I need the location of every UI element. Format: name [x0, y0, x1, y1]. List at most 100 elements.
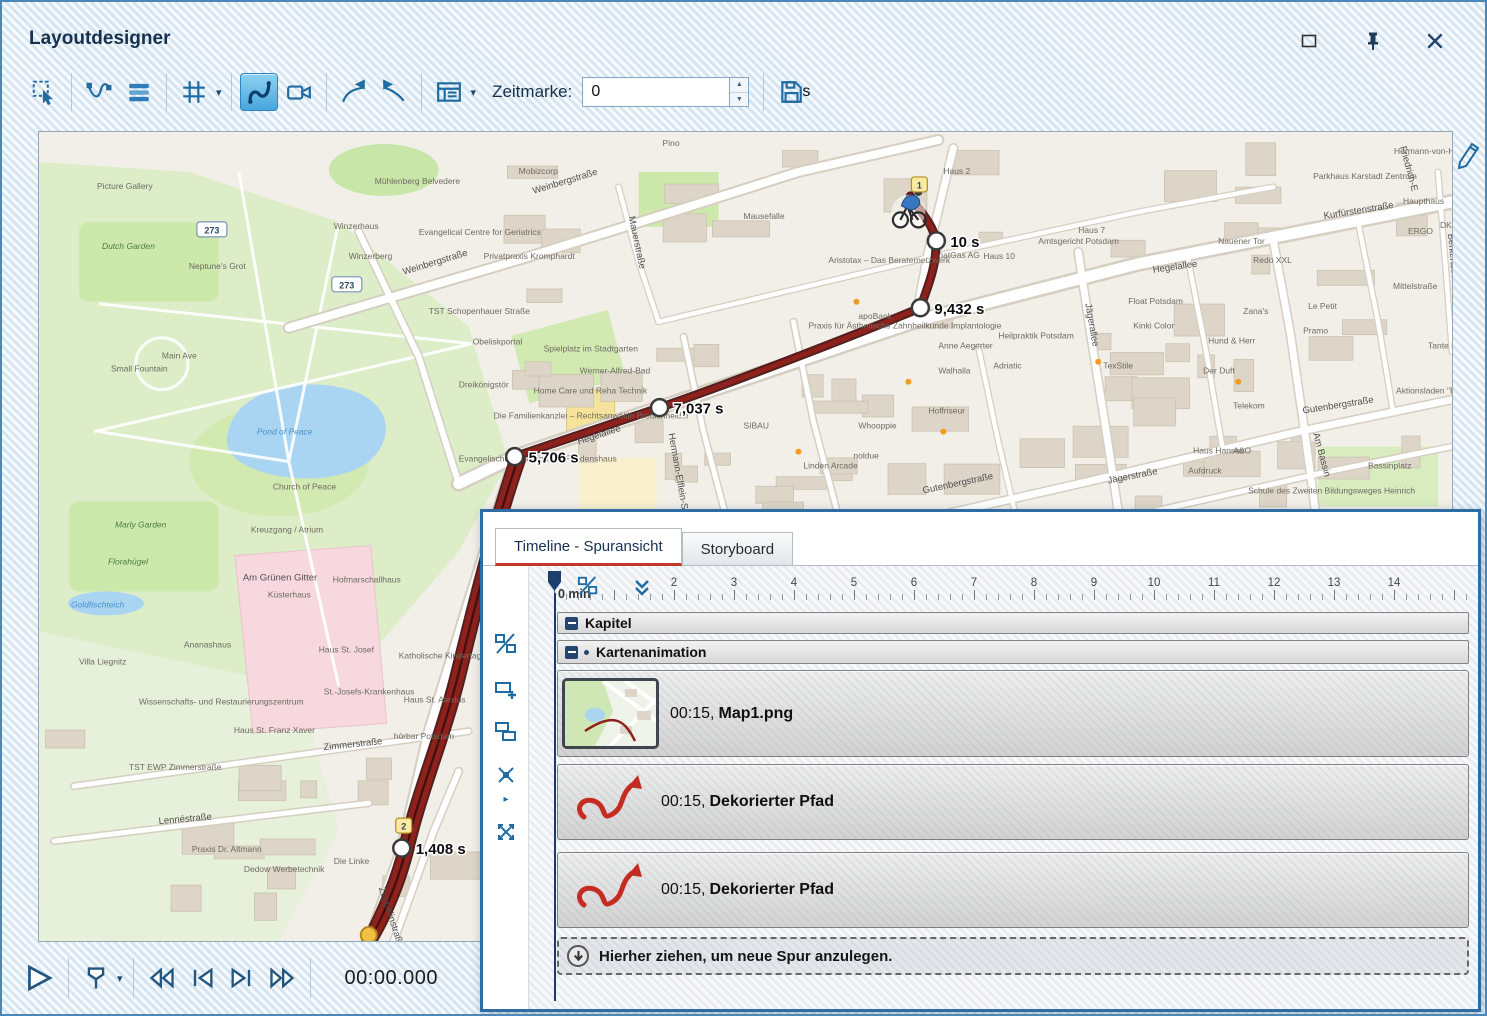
zeitmarke-label: Zeitmarke: — [492, 82, 572, 102]
layers-icon — [126, 79, 152, 105]
fast-forward-button[interactable] — [268, 965, 296, 991]
map-label: Mühlenberg Belvedere — [375, 176, 461, 186]
map-label: Small Fountain — [111, 364, 168, 374]
track-label: 00:15,Map1.png — [670, 705, 793, 723]
ruler-number: 6 — [911, 577, 917, 589]
map-thumbnail-graphic — [565, 681, 656, 746]
collapse-group-button[interactable] — [565, 646, 578, 659]
save-icon — [778, 79, 804, 105]
spinner-up-icon[interactable]: ▲ — [730, 78, 748, 93]
goto-marker-caret[interactable]: ▾ — [117, 972, 123, 985]
path-end-button[interactable] — [335, 73, 373, 111]
zeitmarke-spinner[interactable]: ▲ ▼ — [730, 77, 749, 107]
map-label: Neptune's Grot — [189, 261, 246, 271]
grid-button[interactable] — [175, 73, 213, 111]
rewind-button[interactable] — [148, 965, 176, 991]
road-shield: 273 — [332, 277, 362, 292]
map-label: Praxis Dr. Altmann — [192, 844, 262, 854]
path-start-button[interactable] — [375, 73, 413, 111]
group-row-kartenanimation[interactable]: Kartenanimation — [557, 640, 1469, 664]
map-label: Zana's — [1243, 306, 1268, 316]
maximize-icon — [1301, 34, 1317, 48]
play-button[interactable] — [24, 963, 54, 993]
pin-button[interactable] — [1360, 29, 1386, 53]
select-tool-button[interactable] — [25, 73, 63, 111]
map-label: Aufdruck — [1188, 466, 1222, 476]
goto-marker-button[interactable] — [83, 965, 109, 991]
map-label: Bassinplatz — [1368, 461, 1411, 471]
step-back-button[interactable] — [188, 965, 216, 991]
track-map[interactable]: 00:15,Map1.png — [557, 670, 1469, 757]
collapse-more-caret[interactable]: ▸ — [493, 792, 519, 806]
duplicate-track-button[interactable] — [493, 719, 519, 745]
map-label: Telekom — [1233, 401, 1265, 411]
collapse-group-button[interactable] — [565, 617, 578, 630]
spinner-down-icon[interactable]: ▼ — [730, 93, 748, 107]
ruler-number: 8 — [1031, 577, 1037, 589]
playhead[interactable] — [548, 571, 561, 597]
maximize-button[interactable] — [1296, 29, 1322, 53]
route-start-marker[interactable] — [361, 927, 377, 941]
map-label: Redo XXL — [1253, 255, 1292, 265]
camera-icon — [286, 79, 312, 105]
map-label: Obeliskportal — [473, 337, 523, 347]
track-decorated-path-1[interactable]: 00:15,Dekorierter Pfad — [557, 764, 1469, 840]
map-label: Linden Arcade — [803, 461, 858, 471]
grid-icon — [181, 79, 207, 105]
map-label: Haus St. Franz Xaver — [234, 725, 315, 735]
collapse-tracks-button[interactable] — [493, 762, 519, 788]
tab-storyboard[interactable]: Storyboard — [682, 532, 793, 566]
map-label: Parkhaus Karstadt Zentrum — [1313, 171, 1417, 181]
tab-timeline-spuransicht[interactable]: Timeline - Spuransicht — [495, 528, 682, 566]
goto-marker-icon — [83, 965, 109, 991]
zeitmarke-input[interactable] — [591, 83, 798, 101]
map-label: Die Linke — [334, 856, 370, 866]
map-label: Float Potsdam — [1128, 296, 1183, 306]
svg-text:7,037 s: 7,037 s — [674, 401, 724, 418]
route-time-marker[interactable]: 5,706 s — [506, 448, 578, 466]
cut-at-playhead-button[interactable] — [576, 573, 600, 599]
track-label: 00:15,Dekorierter Pfad — [661, 881, 834, 899]
group-row-kapitel[interactable]: Kapitel — [557, 612, 1469, 634]
curve-edit-button[interactable] — [80, 73, 118, 111]
route-time-marker[interactable]: 1,408 s — [393, 840, 465, 858]
route-time-marker[interactable]: 9,432 s — [912, 299, 984, 317]
map-label: Pramo — [1303, 326, 1328, 336]
edit-pencil-icon[interactable] — [1454, 140, 1480, 175]
new-track-drop-zone[interactable]: Hierher ziehen, um neue Spur anzulegen. — [557, 937, 1469, 975]
move-track-down-button[interactable] — [630, 575, 654, 601]
save-button[interactable] — [772, 73, 810, 111]
step-back-icon — [188, 965, 216, 991]
cut-track-button[interactable] — [493, 631, 519, 657]
step-forward-button[interactable] — [228, 965, 256, 991]
route-time-marker[interactable]: 7,037 s — [651, 399, 723, 417]
map-label: Whooppie — [858, 421, 896, 431]
fast-forward-icon — [268, 965, 296, 991]
expand-tracks-button[interactable] — [493, 819, 519, 845]
storyboard-dropdown-caret[interactable]: ▾ — [471, 86, 477, 99]
map-label: Heilpraktik Potsdam — [998, 331, 1073, 341]
map-label: Florahügel — [108, 556, 149, 566]
ruler-number: 14 — [1388, 577, 1401, 589]
map-label: Ananashaus — [184, 639, 231, 649]
map-label: Main Ave — [162, 351, 197, 361]
storyboard-view-button[interactable] — [430, 73, 468, 111]
layers-button[interactable] — [120, 73, 158, 111]
toolbar-separator — [71, 73, 72, 111]
add-track-button[interactable] — [493, 677, 519, 703]
map-label: Schule des Zweiten Bildungsweges Heinric… — [1248, 486, 1415, 496]
map-label: Haus 2 — [943, 166, 970, 176]
group-bullet-icon — [584, 650, 589, 655]
video-button[interactable] — [280, 73, 318, 111]
track-label: 00:15,Dekorierter Pfad — [661, 793, 834, 811]
track-decorated-path-2[interactable]: 00:15,Dekorierter Pfad — [557, 852, 1469, 928]
track-name: Dekorierter Pfad — [709, 881, 834, 898]
timeline-tool-column: ▸ — [483, 566, 529, 1009]
close-button[interactable] — [1422, 29, 1448, 53]
map-label: Haupthaus — [1403, 196, 1444, 206]
route-time-marker[interactable]: 10 s — [928, 232, 980, 250]
playhead-flag-icon — [548, 571, 561, 592]
decorated-path-tool-button[interactable] — [240, 73, 278, 111]
grid-dropdown-caret[interactable]: ▾ — [216, 86, 222, 99]
rewind-icon — [148, 965, 176, 991]
